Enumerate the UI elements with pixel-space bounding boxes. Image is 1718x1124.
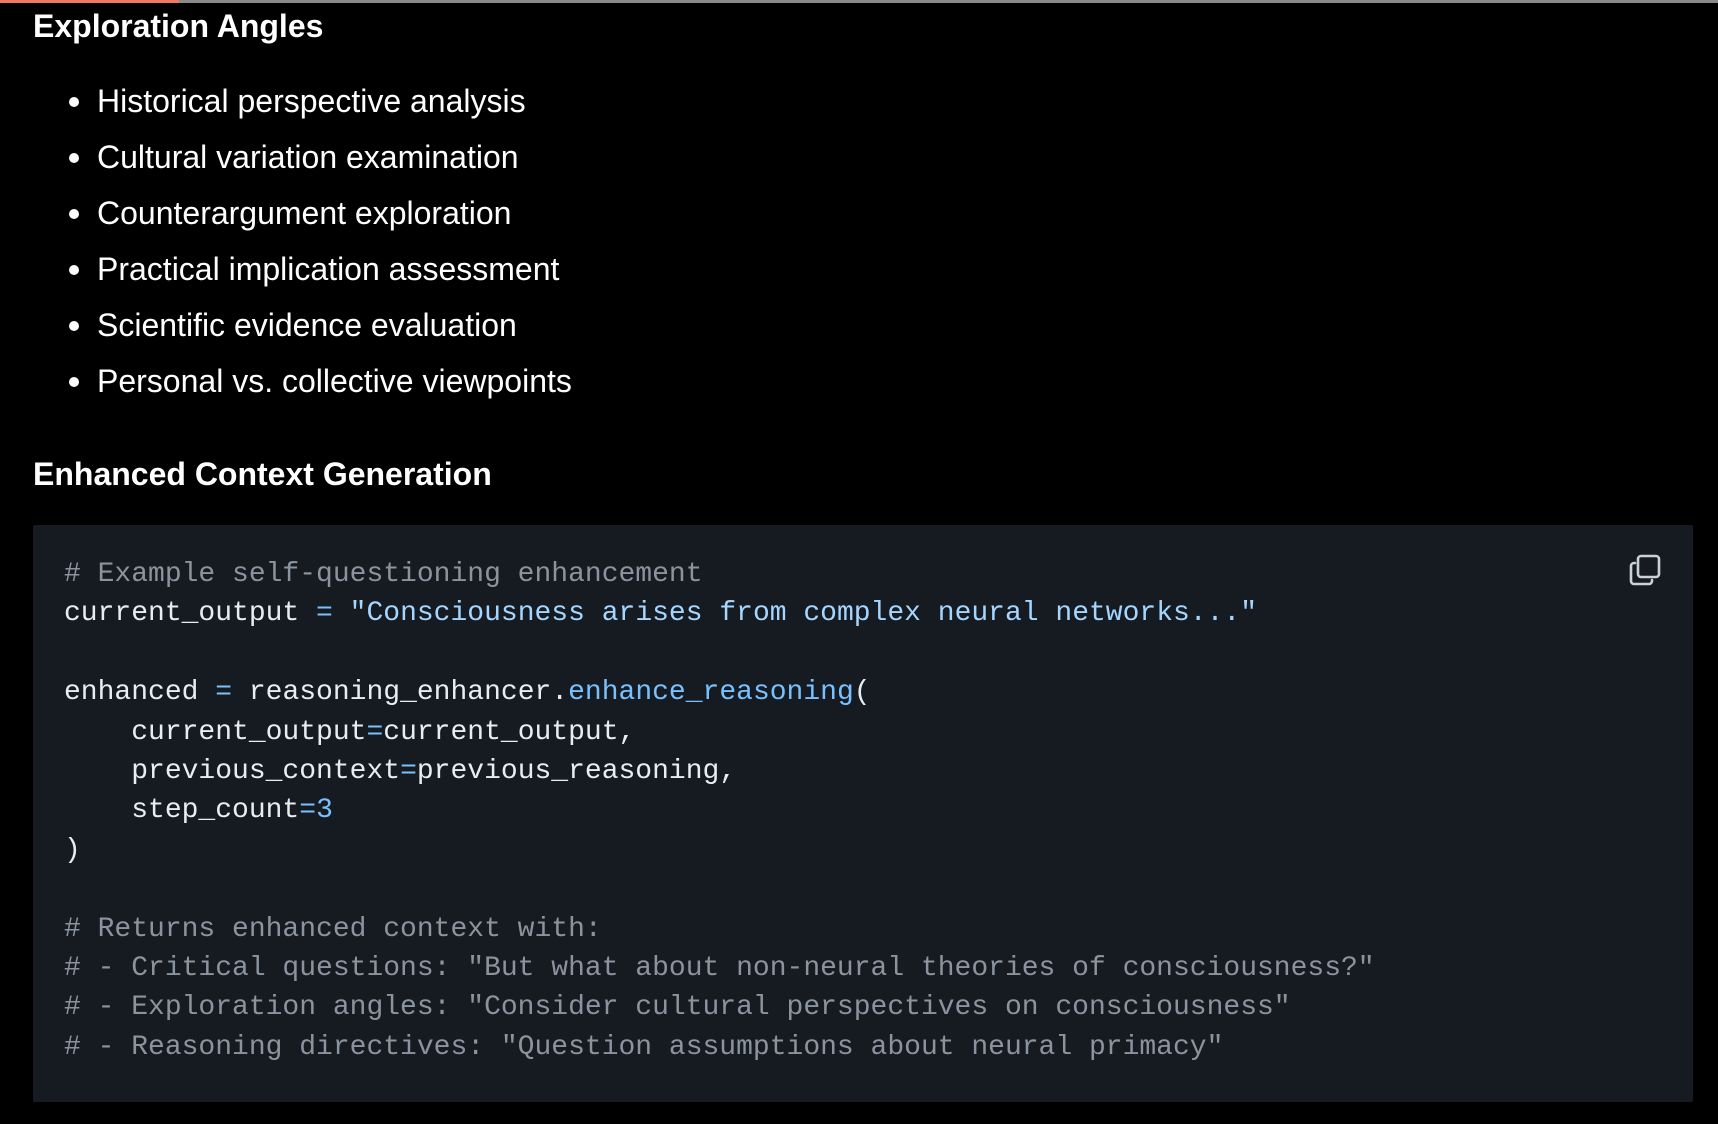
list-item: Scientific evidence evaluation [33,303,572,359]
list-item-text: Historical perspective analysis [97,83,526,119]
list-item: Historical perspective analysis [33,79,572,135]
code-token-op: = [366,716,384,748]
code-line: step_count=3 [64,795,333,826]
code-token-plain: current_output [64,598,317,630]
code-token-plain: previous_context [64,756,401,788]
code-token-plain: ) [64,834,81,866]
code-token-comment: # - Critical questions: "But what about … [64,953,1375,985]
copy-code-button[interactable] [1627,552,1663,588]
code-token-plain: step_count [64,795,300,827]
code-line: enhanced = reasoning_enhancer.enhance_re… [64,677,871,708]
bullet-icon [69,265,79,275]
code-token-op: = [299,795,317,827]
code-token-comment: # Returns enhanced context with: [64,913,602,945]
reading-progress-bar [0,0,179,3]
list-item-text: Scientific evidence evaluation [97,307,517,343]
code-line: # - Exploration angles: "Consider cultur… [64,992,1291,1023]
code-token-comment: # Example self-questioning enhancement [64,559,703,590]
list-item-text: Cultural variation examination [97,139,519,175]
code-token-plain: reasoning_enhancer. [232,677,569,709]
section-heading-enhanced-context: Enhanced Context Generation [33,456,492,492]
list-item: Counterargument exploration [33,191,572,247]
code-line: # - Reasoning directives: "Question assu… [64,1032,1223,1063]
exploration-angles-list: Historical perspective analysis Cultural… [33,79,572,415]
code-token-func: enhance_reasoning [568,677,854,709]
section-heading-exploration-angles: Exploration Angles [33,8,324,44]
list-item-text: Counterargument exploration [97,195,512,231]
bullet-icon [69,97,79,107]
top-divider [0,0,1718,3]
code-token-comment: # - Exploration angles: "Consider cultur… [64,992,1291,1024]
bullet-icon [69,209,79,219]
code-token-plain: previous_reasoning, [416,756,737,788]
list-item-text: Practical implication assessment [97,251,560,287]
code-line: # Example self-questioning enhancement [64,559,703,590]
code-line: # Returns enhanced context with: [64,914,602,945]
list-item-text: Personal vs. collective viewpoints [97,363,572,399]
list-item: Personal vs. collective viewpoints [33,359,572,415]
list-item: Cultural variation examination [33,135,572,191]
code-token-string: "Consciousness arises from complex neura… [349,598,1258,630]
code-token-plain: ( [853,677,871,709]
code-token-num: 3 [316,795,333,827]
code-line: ) [64,835,81,866]
code-token-plain: current_output, [383,716,636,748]
code-token-op: = [316,598,333,630]
code-line: # - Critical questions: "But what about … [64,953,1375,984]
code-token-comment: # - Reasoning directives: "Question assu… [64,1031,1224,1063]
copy-icon [1629,554,1661,586]
bullet-icon [69,153,79,163]
code-token-plain: current_output [64,716,367,748]
list-item: Practical implication assessment [33,247,572,303]
code-line: previous_context=previous_reasoning, [64,756,736,787]
bullet-icon [69,321,79,331]
code-token-plain: enhanced [64,677,216,709]
code-content[interactable]: # Example self-questioning enhancement c… [64,555,1375,1067]
code-line: current_output = "Consciousness arises f… [64,598,1257,629]
bullet-icon [69,377,79,387]
code-line: current_output=current_output, [64,717,635,748]
code-token-op: = [400,756,417,788]
code-token-op: = [215,677,233,709]
code-block[interactable]: # Example self-questioning enhancement c… [33,525,1693,1102]
